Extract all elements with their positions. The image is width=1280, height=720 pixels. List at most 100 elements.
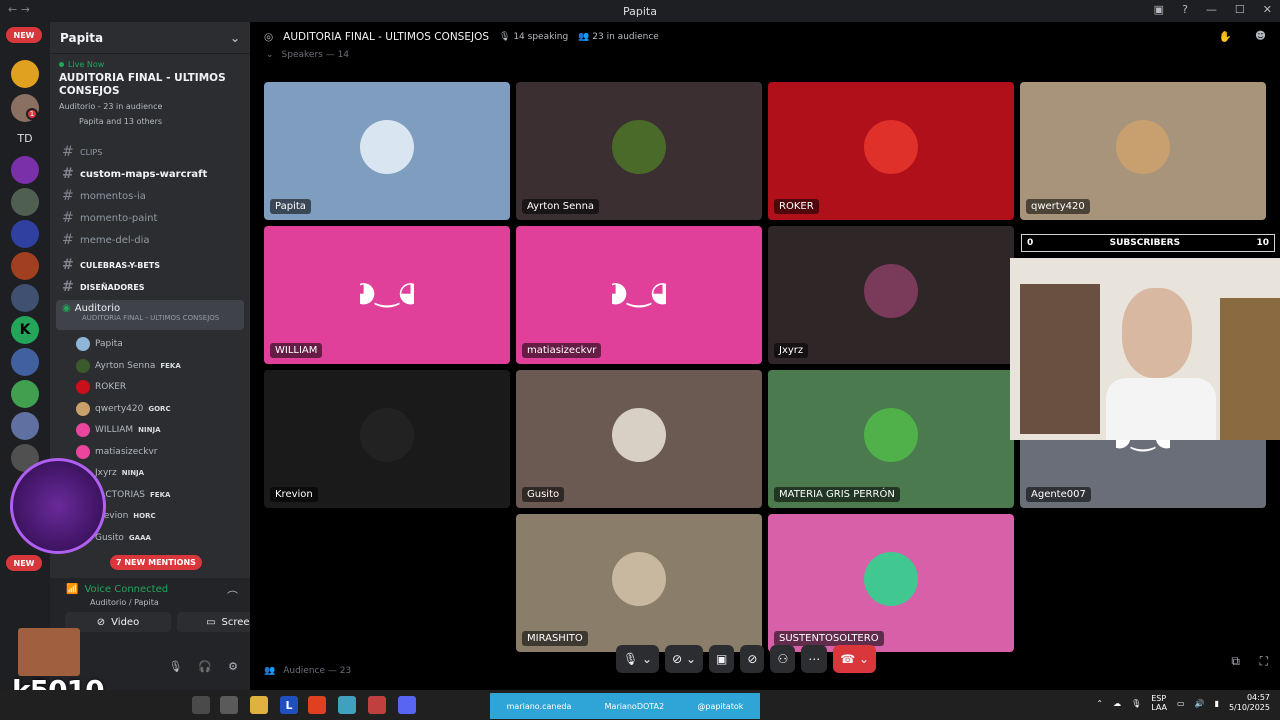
help-icon[interactable]: ?: [1182, 3, 1188, 16]
speaker-tile[interactable]: MATERIA GRIS PERRÓN: [768, 370, 1014, 508]
social-tiktok: @papitatok: [697, 701, 744, 711]
member-name: Papita: [95, 339, 123, 349]
server-icon[interactable]: [11, 220, 39, 248]
chevron-up-icon[interactable]: ⌃: [1096, 699, 1103, 708]
leave-stage-button[interactable]: ☎ ⌄: [833, 645, 877, 673]
member-tag: GAAA: [128, 533, 151, 542]
maximize-icon[interactable]: ☐: [1235, 3, 1245, 16]
avatar: [612, 408, 666, 462]
speaker-tile[interactable]: Gusito: [516, 370, 762, 508]
server-icon[interactable]: [11, 348, 39, 376]
channel-momentos-ia[interactable]: # momentos-ia: [56, 186, 244, 206]
speaker-tile[interactable]: Jxyrz: [768, 226, 1014, 364]
speaker-tile[interactable]: qwerty420: [1020, 82, 1266, 220]
volume-icon[interactable]: 🔊: [1195, 699, 1205, 708]
close-icon[interactable]: ✕: [1263, 3, 1272, 16]
folder-icon[interactable]: [250, 696, 268, 714]
channel-meme-del-dia[interactable]: # meme-del-dia: [56, 230, 244, 250]
speaker-tile[interactable]: ◕‿◕ matiasizeckvr: [516, 226, 762, 364]
member-item[interactable]: matiasizeckvr: [76, 442, 162, 462]
speaker-name: Gusito: [522, 487, 565, 502]
speaker-name: Jxyrz: [774, 343, 809, 358]
member-tag: HORC: [133, 512, 156, 520]
stage-channel-auditorio[interactable]: ◉ Auditorio AUDITORIA FINAL - ULTIMOS CON…: [56, 300, 244, 330]
camera-off-button[interactable]: ⊘ ⌄: [665, 645, 704, 673]
avatar: [76, 423, 90, 437]
activity-icon[interactable]: ☻: [1255, 30, 1266, 42]
taskbar-l-icon[interactable]: L: [280, 696, 298, 714]
category-disenadores[interactable]: # DISEÑADORES: [56, 277, 244, 297]
fullscreen-icon[interactable]: ⛶: [1260, 654, 1268, 669]
network-icon[interactable]: ▭: [1177, 699, 1185, 708]
onedrive-icon[interactable]: ☁: [1113, 699, 1121, 708]
channel-sidebar: Papita ⌄ Live Now AUDITORIA FINAL - ULTI…: [50, 22, 285, 712]
share-screen-button[interactable]: ▣: [709, 645, 735, 673]
popout-icon[interactable]: ⧉: [1231, 654, 1240, 669]
people-icon: 👥: [264, 666, 276, 676]
taskbar-app-icon[interactable]: [192, 696, 210, 714]
server-icon[interactable]: [11, 284, 39, 312]
headphones-icon[interactable]: 🎧: [198, 660, 212, 673]
new-mentions-badge[interactable]: 7 NEW MENTIONS: [110, 555, 202, 570]
battery-icon[interactable]: ▮: [1215, 699, 1219, 708]
brave-icon[interactable]: [308, 696, 326, 714]
speaker-tile[interactable]: SUSTENTOSOLTERO: [768, 514, 1014, 652]
minimize-icon[interactable]: —: [1206, 3, 1217, 16]
member-item[interactable]: Papita: [76, 334, 128, 354]
inbox-icon[interactable]: ▣: [1154, 3, 1164, 16]
server-icon[interactable]: [11, 60, 39, 88]
social-facebook: MarianoDOTA2: [604, 701, 665, 711]
member-item[interactable]: Ayrton Senna FEKA: [76, 356, 181, 376]
new-badge[interactable]: NEW: [6, 555, 42, 571]
speaker-tile[interactable]: Krevion: [264, 370, 510, 508]
voice-status[interactable]: 📶 Voice Connected: [66, 584, 168, 595]
back-forward-icon[interactable]: ← →: [8, 3, 30, 16]
member-name: Gusito: [95, 532, 124, 543]
taskbar-app-icon[interactable]: [220, 696, 238, 714]
server-kick-icon[interactable]: K: [11, 316, 39, 344]
avatar: [864, 552, 918, 606]
speaker-tile[interactable]: ROKER: [768, 82, 1014, 220]
hash-icon: #: [62, 279, 74, 295]
discord-taskbar-icon[interactable]: [398, 696, 416, 714]
mute-others-button[interactable]: ⊘: [740, 645, 765, 673]
member-name: qwerty420: [95, 403, 144, 414]
notepad-icon[interactable]: [338, 696, 356, 714]
speaker-name: Agente007: [1026, 487, 1091, 502]
more-options-button[interactable]: ⋯: [801, 645, 828, 673]
server-icon[interactable]: [11, 252, 39, 280]
category-clips[interactable]: # CLIPS: [56, 142, 244, 162]
clock[interactable]: 04:57 5/10/2025: [1229, 693, 1270, 713]
server-icon[interactable]: [11, 412, 39, 440]
channel-momento-paint[interactable]: # momento-paint: [56, 208, 244, 228]
channel-custom-maps-warcraft[interactable]: # custom-maps-warcraft: [56, 164, 244, 184]
speaker-tile[interactable]: Papita: [264, 82, 510, 220]
disconnect-icon[interactable]: ⌒: [227, 588, 238, 604]
server-icon[interactable]: [11, 380, 39, 408]
taskbar-app-icon[interactable]: [368, 696, 386, 714]
video-button[interactable]: ⊘ Video: [65, 612, 171, 632]
member-item[interactable]: qwerty420 GORC: [76, 399, 171, 419]
server-icon[interactable]: [11, 188, 39, 216]
invite-speaker-button[interactable]: ⚇: [770, 645, 796, 673]
speaker-tile[interactable]: Ayrton Senna: [516, 82, 762, 220]
member-item[interactable]: WILLIAM NINJA: [76, 420, 161, 440]
chevron-icon: ⌄: [266, 50, 274, 60]
mic-button[interactable]: 🎙 ⌄: [616, 645, 660, 673]
server-td[interactable]: TD: [11, 124, 39, 152]
settings-gear-icon[interactable]: ⚙: [228, 660, 238, 673]
speaker-tile[interactable]: ◕‿◕ WILLIAM: [264, 226, 510, 364]
member-item[interactable]: ROKER: [76, 377, 131, 397]
mic-tray-icon[interactable]: 🎙: [1131, 699, 1141, 708]
speaker-tile[interactable]: MIRASHITO: [516, 514, 762, 652]
avatar: [76, 380, 90, 394]
raise-hand-icon[interactable]: ✋: [1219, 30, 1232, 43]
live-stage-card[interactable]: Live Now AUDITORIA FINAL - ULTIMOS CONSE…: [50, 54, 250, 138]
category-culebras[interactable]: # CULEBRAS-Y-BETS: [56, 255, 244, 275]
server-icon[interactable]: [11, 156, 39, 184]
language-indicator[interactable]: ESP LAA: [1151, 694, 1167, 712]
guild-header[interactable]: Papita ⌄: [50, 22, 250, 54]
microphone-icon[interactable]: 🎙: [168, 660, 182, 673]
avatar: [1116, 120, 1170, 174]
new-badge[interactable]: NEW: [6, 27, 42, 43]
